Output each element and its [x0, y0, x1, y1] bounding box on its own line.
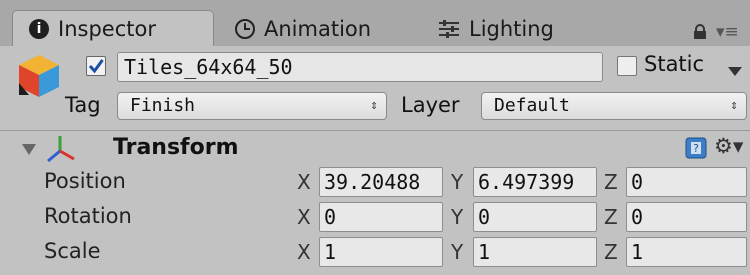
- position-x-field[interactable]: 39.20488: [319, 167, 443, 197]
- tab-animation[interactable]: Animation: [234, 12, 371, 46]
- tag-label: Tag: [65, 93, 101, 117]
- rotation-row: Rotation X 0 Y 0 Z 0: [0, 200, 750, 235]
- axis-y-label[interactable]: Y: [451, 240, 463, 264]
- transform-component: Transform ? ⚙▾ Position X 39.20488 Y 6.4…: [0, 131, 750, 275]
- rotation-x-field[interactable]: 0: [319, 202, 443, 232]
- transform-header[interactable]: Transform ? ⚙▾: [0, 131, 750, 165]
- dropdown-arrows-icon: ⇕: [370, 98, 378, 113]
- foldout-arrow-icon[interactable]: [22, 141, 36, 160]
- axis-x-label[interactable]: X: [297, 240, 311, 264]
- object-name-field[interactable]: Tiles_64x64_50: [117, 52, 603, 82]
- transform-title: Transform: [113, 135, 239, 160]
- static-dropdown-icon[interactable]: [728, 62, 742, 81]
- clock-icon: [234, 18, 256, 40]
- transform-axes-icon: [43, 134, 77, 168]
- layer-label: Layer: [401, 93, 460, 117]
- static-label: Static: [644, 52, 705, 76]
- gear-icon[interactable]: ⚙▾: [714, 134, 743, 158]
- rotation-y-field[interactable]: 0: [473, 202, 597, 232]
- checkmark-icon: [88, 59, 104, 74]
- layer-dropdown[interactable]: Default ⇕: [481, 92, 747, 120]
- lock-icon[interactable]: [692, 24, 708, 44]
- tab-inspector[interactable]: i Inspector: [12, 10, 214, 46]
- gameobject-cube-icon: [17, 53, 61, 103]
- scale-x-field[interactable]: 1: [319, 237, 443, 267]
- scale-row: Scale X 1 Y 1 Z 1: [0, 235, 750, 270]
- axis-x-label[interactable]: X: [297, 170, 311, 194]
- axis-y-label[interactable]: Y: [451, 170, 463, 194]
- axis-x-label[interactable]: X: [297, 205, 311, 229]
- scale-label: Scale: [44, 239, 101, 263]
- tab-bar: i Inspector Animation Lighting ▾≡: [0, 0, 750, 46]
- tab-inspector-label: Inspector: [58, 16, 156, 41]
- svg-text:?: ?: [693, 142, 699, 155]
- help-book-icon[interactable]: ?: [685, 137, 707, 163]
- axis-z-label[interactable]: Z: [604, 205, 618, 229]
- tab-menu-icon[interactable]: ▾≡: [716, 22, 739, 42]
- tag-value: Finish: [130, 95, 196, 116]
- position-row: Position X 39.20488 Y 6.497399 Z 0: [0, 165, 750, 200]
- info-icon: i: [29, 18, 49, 39]
- tab-lighting[interactable]: Lighting: [437, 12, 554, 46]
- axis-z-label[interactable]: Z: [604, 240, 618, 264]
- tab-animation-label: Animation: [264, 17, 372, 41]
- axis-y-label[interactable]: Y: [451, 205, 463, 229]
- position-y-field[interactable]: 6.497399: [473, 167, 597, 197]
- rotation-label: Rotation: [44, 204, 132, 228]
- static-checkbox[interactable]: [617, 56, 637, 76]
- rotation-z-field[interactable]: 0: [626, 202, 747, 232]
- layer-value: Default: [494, 95, 570, 116]
- tag-dropdown[interactable]: Finish ⇕: [117, 92, 387, 120]
- active-checkbox[interactable]: [86, 56, 106, 76]
- scale-z-field[interactable]: 1: [626, 237, 747, 267]
- dropdown-arrows-icon: ⇕: [730, 98, 738, 113]
- tab-lighting-label: Lighting: [469, 17, 554, 41]
- axis-z-label[interactable]: Z: [604, 170, 618, 194]
- position-label: Position: [44, 169, 126, 193]
- lighting-sliders-icon: [437, 18, 461, 40]
- object-header: Tiles_64x64_50 Static Tag Finish ⇕ Layer…: [0, 46, 750, 131]
- scale-y-field[interactable]: 1: [473, 237, 597, 267]
- position-z-field[interactable]: 0: [626, 167, 747, 197]
